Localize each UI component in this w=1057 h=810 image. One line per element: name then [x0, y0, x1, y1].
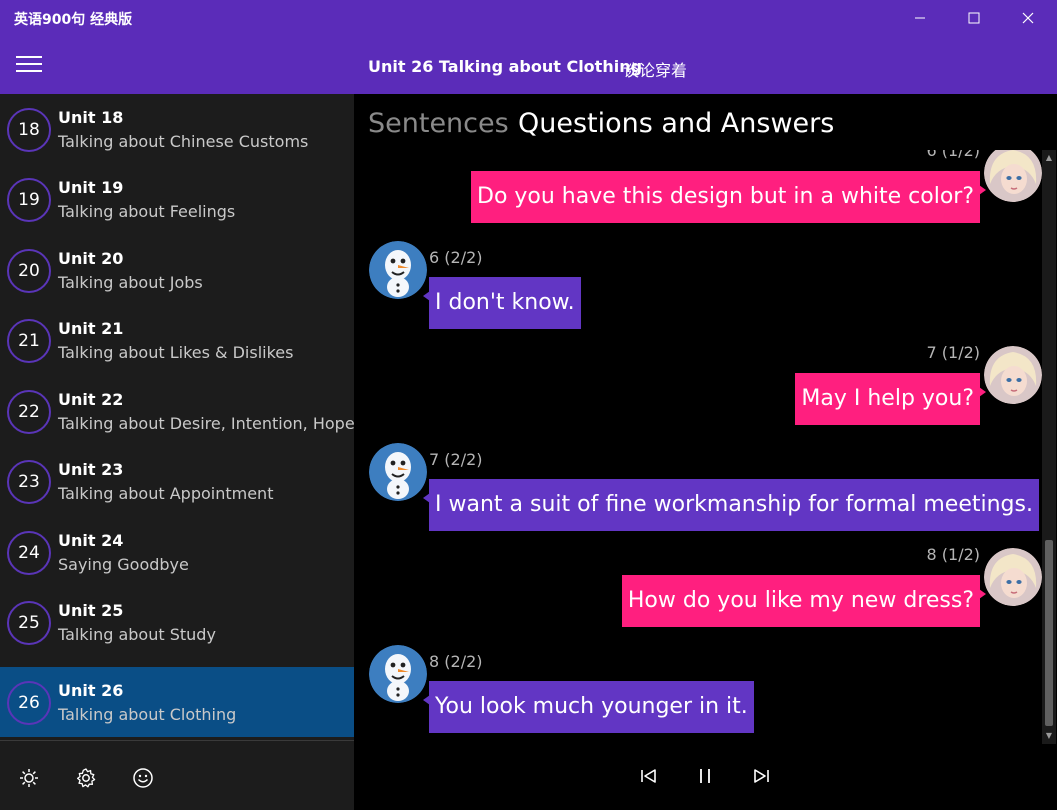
header-bar: Unit 26 Talking about Clothing 谈论穿着 [0, 36, 1057, 94]
girl-avatar-icon [984, 346, 1042, 404]
next-button[interactable] [746, 762, 776, 790]
message-bubble-right[interactable]: How do you like my new dress? [621, 575, 987, 627]
unit-item-21[interactable]: 21 Unit 21 Talking about Likes & Dislike… [0, 305, 354, 375]
unit-description: Talking about Feelings [58, 202, 236, 221]
avatar-snowman [369, 241, 427, 299]
avatar-girl [984, 150, 1042, 202]
unit-description: Talking about Jobs [58, 273, 203, 292]
unit-item-26[interactable]: 26 Unit 26 Talking about Clothing [0, 667, 354, 737]
chat-list: 6 (1/2) Do you have this design but in a… [354, 150, 1044, 750]
unit-item-19[interactable]: 19 Unit 19 Talking about Feelings [0, 164, 354, 234]
unit-number-badge: 23 [7, 460, 51, 504]
unit-description: Talking about Desire, Intention, Hope [58, 414, 355, 433]
unit-description: Talking about Study [58, 625, 216, 644]
unit-number-badge: 20 [7, 249, 51, 293]
close-button[interactable] [1001, 0, 1055, 36]
sidebar: 18 Unit 18 Talking about Chinese Customs… [0, 94, 355, 810]
sidebar-divider [0, 740, 354, 741]
message-label: 7 (2/2) [429, 450, 483, 469]
hamburger-menu-button[interactable] [16, 56, 42, 76]
avatar-girl [984, 548, 1042, 606]
unit-name: Unit 18 [58, 108, 124, 127]
unit-name: Unit 23 [58, 460, 124, 479]
minimize-button[interactable] [893, 0, 947, 36]
snowman-avatar-icon [369, 241, 427, 299]
tab-sentences[interactable]: Sentences [368, 108, 509, 139]
unit-item-23[interactable]: 23 Unit 23 Talking about Appointment [0, 446, 354, 516]
message-bubble-left[interactable]: You look much younger in it. [423, 681, 754, 733]
avatar-snowman [369, 645, 427, 703]
unit-number-badge: 21 [7, 319, 51, 363]
unit-number-badge: 26 [7, 681, 51, 725]
feedback-button[interactable] [129, 764, 157, 792]
message-bubble-left[interactable]: I want a suit of fine workmanship for fo… [423, 479, 1039, 531]
scroll-down-icon[interactable]: ▼ [1042, 730, 1056, 742]
unit-name: Unit 25 [58, 601, 124, 620]
snowman-avatar-icon [369, 645, 427, 703]
unit-description: Talking about Clothing [58, 705, 237, 724]
maximize-icon [968, 12, 980, 24]
message-label: 8 (1/2) [926, 545, 981, 564]
main-content: Sentences Questions and Answers 6 (1/2) … [354, 94, 1057, 810]
page-title: Unit 26 Talking about Clothing [368, 57, 643, 76]
unit-item-22[interactable]: 22 Unit 22 Talking about Desire, Intenti… [0, 376, 355, 446]
unit-name: Unit 24 [58, 531, 124, 550]
message-bubble-right[interactable]: May I help you? [795, 373, 986, 425]
unit-name: Unit 26 [58, 681, 124, 700]
title-bar: 英语900句 经典版 [0, 0, 1057, 36]
brightness-button[interactable] [15, 764, 43, 792]
message-bubble-left[interactable]: I don't know. [423, 277, 581, 329]
gear-icon [76, 768, 96, 788]
tab-questions-and-answers[interactable]: Questions and Answers [518, 108, 834, 139]
scroll-thumb[interactable] [1045, 540, 1053, 726]
message-label: 7 (1/2) [926, 343, 981, 362]
girl-avatar-icon [984, 548, 1042, 606]
settings-button[interactable] [72, 764, 100, 792]
previous-icon [641, 769, 656, 783]
snowman-avatar-icon [369, 443, 427, 501]
scroll-up-icon[interactable]: ▲ [1042, 152, 1056, 164]
message-label: 6 (1/2) [926, 150, 981, 160]
girl-avatar-icon [984, 150, 1042, 202]
unit-description: Talking about Appointment [58, 484, 274, 503]
close-icon [1022, 12, 1034, 24]
unit-number-badge: 19 [7, 178, 51, 222]
message-label: 6 (2/2) [429, 248, 483, 267]
unit-description: Saying Goodbye [58, 555, 189, 574]
unit-name: Unit 19 [58, 178, 124, 197]
next-icon [754, 769, 769, 783]
unit-item-20[interactable]: 20 Unit 20 Talking about Jobs [0, 235, 354, 305]
unit-name: Unit 22 [58, 390, 124, 409]
pause-button[interactable] [690, 762, 720, 790]
brightness-icon [20, 769, 38, 787]
chat-scrollbar[interactable]: ▲ ▼ [1042, 150, 1056, 744]
unit-description: Talking about Chinese Customs [58, 132, 309, 151]
avatar-girl [984, 346, 1042, 404]
unit-item-24[interactable]: 24 Unit 24 Saying Goodbye [0, 517, 354, 587]
unit-name: Unit 20 [58, 249, 124, 268]
unit-number-badge: 25 [7, 601, 51, 645]
unit-number-badge: 22 [7, 390, 51, 434]
maximize-button[interactable] [947, 0, 1001, 36]
unit-number-badge: 18 [7, 108, 51, 152]
avatar-snowman [369, 443, 427, 501]
app-title: 英语900句 经典版 [14, 12, 133, 28]
minimize-icon [915, 17, 925, 19]
message-label: 8 (2/2) [429, 652, 483, 671]
page-subtitle: 谈论穿着 [623, 61, 688, 80]
unit-item-18[interactable]: 18 Unit 18 Talking about Chinese Customs [0, 94, 354, 164]
pause-icon [700, 769, 710, 783]
unit-description: Talking about Likes & Dislikes [58, 343, 294, 362]
previous-button[interactable] [634, 762, 664, 790]
unit-name: Unit 21 [58, 319, 124, 338]
unit-number-badge: 24 [7, 531, 51, 575]
smiley-icon [133, 768, 153, 788]
unit-item-25[interactable]: 25 Unit 25 Talking about Study [0, 587, 354, 657]
message-bubble-right[interactable]: Do you have this design but in a white c… [471, 171, 986, 223]
